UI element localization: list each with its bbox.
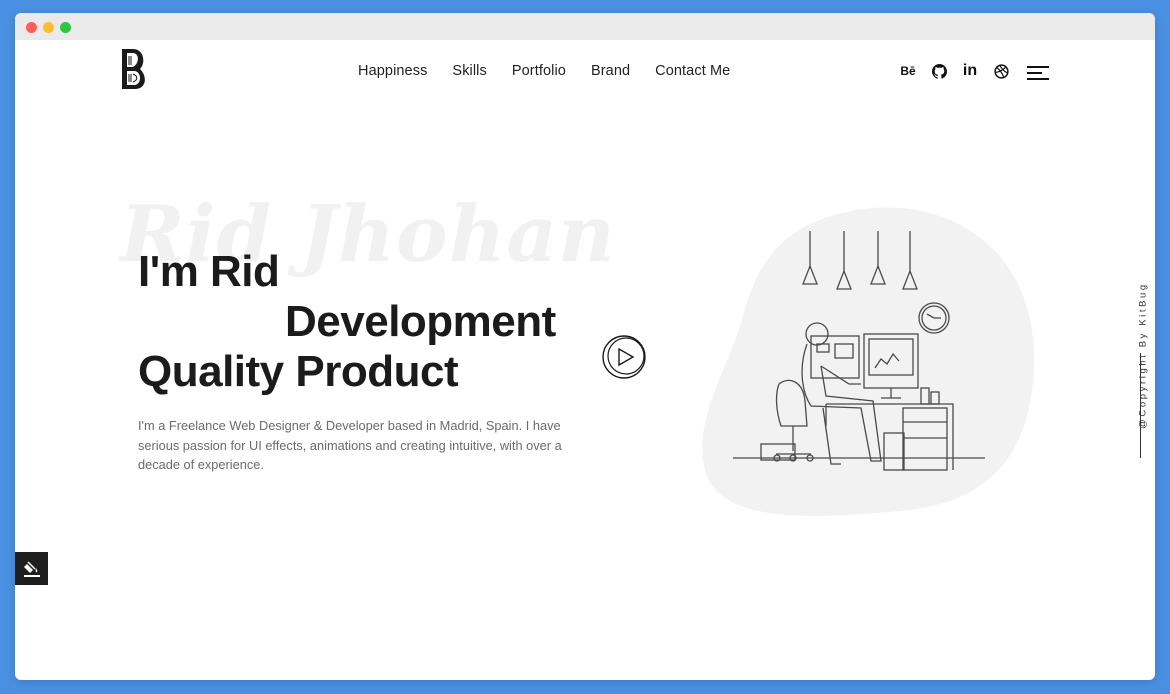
brand-logo[interactable] bbox=[120, 47, 148, 91]
github-icon[interactable] bbox=[930, 62, 948, 80]
linkedin-icon[interactable]: in bbox=[961, 62, 979, 80]
social-links: Bē in bbox=[899, 62, 1023, 80]
minimize-window-dot[interactable] bbox=[43, 22, 54, 33]
nav-item-skills[interactable]: Skills bbox=[452, 63, 486, 79]
browser-window: Happiness Skills Portfolio Brand Contact… bbox=[15, 13, 1155, 680]
play-video-icon[interactable] bbox=[599, 331, 651, 383]
close-window-dot[interactable] bbox=[26, 22, 37, 33]
nav-item-happiness[interactable]: Happiness bbox=[358, 63, 427, 79]
dribbble-icon[interactable] bbox=[992, 62, 1010, 80]
nav-item-brand[interactable]: Brand bbox=[591, 63, 630, 79]
developer-at-desk-illustration bbox=[733, 231, 985, 471]
copyright-divider bbox=[1140, 353, 1141, 458]
maximize-window-dot[interactable] bbox=[60, 22, 71, 33]
main-nav: Happiness Skills Portfolio Brand Contact… bbox=[358, 63, 755, 79]
hamburger-menu-icon[interactable] bbox=[1027, 66, 1049, 80]
hero-description: I'm a Freelance Web Designer & Developer… bbox=[138, 418, 562, 472]
hero-heading-line-2: Development bbox=[285, 297, 556, 346]
theme-switcher-button[interactable] bbox=[15, 552, 48, 585]
nav-item-contact-me[interactable]: Contact Me bbox=[655, 63, 730, 79]
copyright-vertical: @Copyright By KitBug bbox=[1130, 258, 1150, 458]
paint-bucket-icon bbox=[23, 560, 40, 577]
hero-heading-line-3: Quality Product bbox=[138, 347, 459, 396]
behance-icon[interactable]: Bē bbox=[899, 62, 917, 80]
hero-heading-line-1: I'm Rid bbox=[138, 247, 280, 296]
nav-item-portfolio[interactable]: Portfolio bbox=[512, 63, 566, 79]
window-titlebar bbox=[15, 13, 1155, 40]
